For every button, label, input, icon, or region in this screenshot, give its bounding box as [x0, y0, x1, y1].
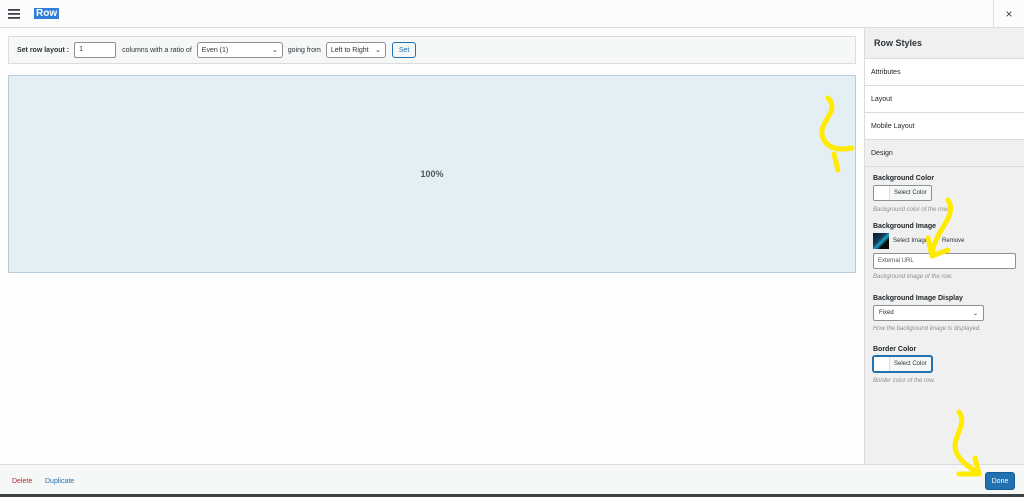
columns-input[interactable]: 1 — [74, 42, 117, 58]
bg-color-title: Background Color — [873, 175, 935, 182]
going-from-text: going from — [287, 46, 321, 54]
select-image-link[interactable]: Select Image — [893, 238, 928, 244]
annotation-arrow-icon — [925, 197, 954, 259]
bg-display-select[interactable]: Fixed ⌄ — [873, 305, 984, 321]
row-cell[interactable]: 100% — [8, 75, 856, 273]
bg-color-picker[interactable]: Select Color — [873, 185, 932, 201]
duplicate-link[interactable]: Duplicate — [45, 478, 74, 485]
border-color-picker[interactable]: Select Color — [873, 356, 932, 372]
row-layout-toolbar: Set row layout : 1 columns with a ratio … — [8, 36, 856, 64]
row-builder-area: Set row layout : 1 columns with a ratio … — [0, 28, 864, 464]
section-layout[interactable]: Layout — [865, 86, 1024, 113]
cell-width-label: 100% — [420, 169, 444, 179]
columns-text: columns with a ratio of — [122, 46, 192, 54]
dialog-footer: Delete Duplicate Done — [0, 464, 1024, 497]
border-color-title: Border Color — [873, 346, 917, 353]
hamburger-menu-button[interactable] — [0, 0, 28, 27]
direction-select[interactable]: Left to Right ⌄ — [325, 42, 386, 58]
dialog-title: Row — [34, 8, 60, 19]
ratio-select[interactable]: Even (1) ⌄ — [196, 42, 283, 58]
direction-select-value: Left to Right — [330, 46, 369, 54]
annotation-arrow-icon — [952, 409, 982, 477]
ratio-select-value: Even (1) — [201, 46, 229, 54]
chevron-down-icon: ⌄ — [374, 47, 381, 54]
border-color-desc: Border color of the row. — [873, 378, 936, 384]
color-swatch — [874, 186, 890, 200]
section-mobile-layout[interactable]: Mobile Layout — [865, 113, 1024, 140]
set-row-layout-label: Set row layout : — [17, 46, 70, 54]
bg-display-value: Fixed — [879, 310, 894, 316]
bg-image-desc: Background image of the row. — [873, 274, 953, 280]
chevron-down-icon: ⌄ — [972, 310, 978, 317]
bg-display-desc: How the background image is displayed. — [873, 326, 981, 332]
section-attributes[interactable]: Attributes — [865, 59, 1024, 86]
set-layout-button[interactable]: Set — [391, 42, 417, 58]
hamburger-icon — [8, 8, 20, 19]
annotation-arrow-icon — [819, 95, 855, 173]
close-icon: × — [1005, 6, 1013, 21]
color-swatch — [874, 357, 890, 371]
bg-image-thumbnail[interactable] — [873, 233, 889, 249]
delete-link[interactable]: Delete — [12, 478, 32, 485]
chevron-down-icon: ⌄ — [271, 47, 278, 54]
section-design[interactable]: Design — [865, 140, 1024, 167]
border-color-button-label: Select Color — [894, 361, 927, 367]
row-styles-title: Row Styles — [865, 28, 1024, 59]
bg-display-title: Background Image Display — [873, 295, 963, 302]
dialog-header: Row × — [0, 0, 1024, 28]
close-button[interactable]: × — [993, 0, 1024, 27]
